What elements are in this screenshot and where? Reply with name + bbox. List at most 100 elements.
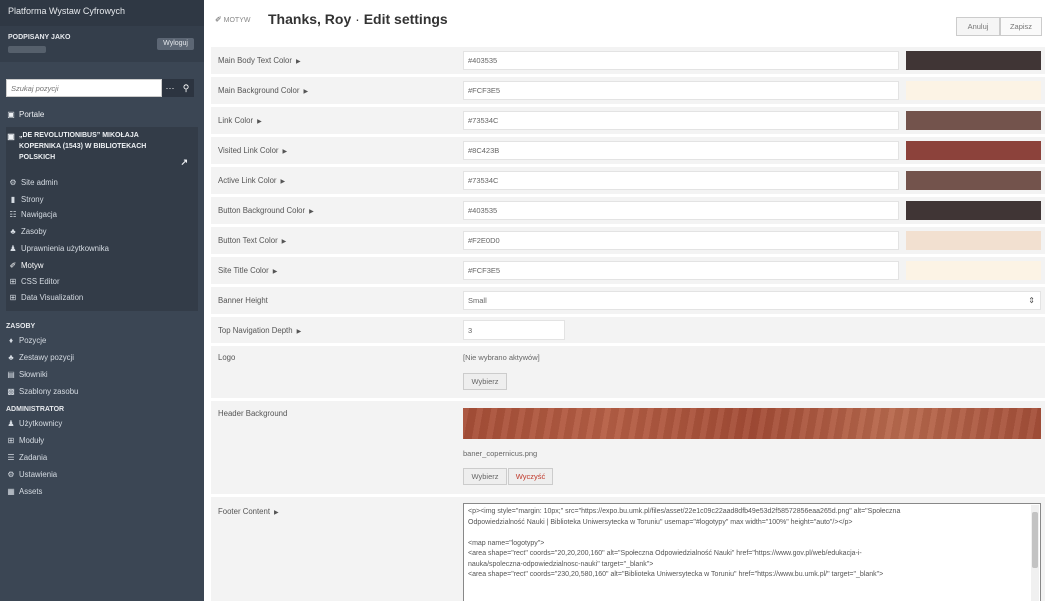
setting-label[interactable]: Top Navigation Depth ▶ (218, 326, 301, 335)
search-button[interactable]: ⚲ (178, 79, 194, 97)
color-swatch[interactable] (906, 231, 1041, 250)
color-swatch[interactable] (906, 171, 1041, 190)
header-background-filename: baner_copernicus.png (463, 449, 538, 458)
color-input[interactable]: #403535 (463, 51, 899, 70)
setting-label[interactable]: Button Background Color ▶ (218, 206, 314, 215)
select-arrows-icon: ⇕ (1028, 296, 1035, 305)
color-swatch[interactable] (906, 141, 1041, 160)
sidebar-item-users[interactable]: ♟ Użytkownicy (6, 419, 210, 428)
setting-label[interactable]: Main Body Text Color ▶ (218, 56, 301, 65)
setting-top-navigation-depth: Top Navigation Depth ▶ 3 (211, 317, 1045, 343)
caret-right-icon: ▶ (272, 269, 278, 275)
sidebar-item-assets[interactable]: ▦ Assets (6, 487, 210, 496)
cubes-icon: ♣ (10, 227, 16, 236)
header-background-preview (463, 408, 1041, 439)
external-link-icon[interactable]: ↗ (180, 157, 188, 168)
sidebar-item-theme[interactable]: ✐ Motyw (8, 261, 212, 270)
setting-label[interactable]: Main Background Color ▶ (218, 86, 308, 95)
setting-label[interactable]: Link Color ▶ (218, 116, 262, 125)
setting-footer-content: Footer Content ▶ <p><img style="margin: 1… (211, 497, 1045, 601)
page-header: ✐ MOTYW Thanks, Roy · Edit settings Anul… (204, 0, 1046, 40)
setting-label[interactable]: Footer Content ▶ (218, 507, 279, 516)
sidebar-item-settings[interactable]: ⚙ Ustawienia (6, 470, 210, 479)
setting-label[interactable]: Button Text Color ▶ (218, 236, 286, 245)
caret-right-icon: ▶ (309, 209, 314, 215)
template-icon: ▩ (7, 387, 15, 396)
user-icon: ♟ (9, 244, 17, 253)
textarea-scroll-thumb[interactable] (1032, 512, 1038, 568)
setting-header-background: Header Background baner_copernicus.png W… (211, 401, 1045, 494)
monitor-icon: ▣ (7, 110, 15, 119)
color-swatch[interactable] (906, 261, 1041, 280)
sidebar-item-modules[interactable]: ⊞ Moduły (6, 436, 210, 445)
sidebar-portals[interactable]: ▣ Portale (6, 110, 196, 119)
color-input[interactable]: #73534C (463, 111, 899, 130)
more-options-button[interactable]: ··· (162, 79, 178, 97)
caret-right-icon: ▶ (281, 239, 287, 245)
navigation-depth-input[interactable]: 3 (463, 320, 565, 340)
caret-right-icon: ▶ (280, 179, 286, 185)
header-background-clear-button[interactable]: Wyczyść (508, 468, 553, 485)
color-input[interactable]: #FCF3E5 (463, 81, 899, 100)
color-swatch[interactable] (906, 81, 1041, 100)
setting-main-background-color: Main Background Color ▶ #FCF3E5 (211, 77, 1045, 104)
setting-label[interactable]: Visited Link Color ▶ (218, 146, 287, 155)
sidebar-item-resources[interactable]: ♣ Zasoby (8, 227, 212, 236)
color-input[interactable]: #403535 (463, 201, 899, 220)
user-icon: ♟ (7, 419, 15, 428)
brush-icon: ✐ (215, 15, 222, 24)
sidebar-item-data-visualization[interactable]: ⊞ Data Visualization (8, 293, 212, 302)
setting-link-color: Link Color ▶ #73534C (211, 107, 1045, 134)
setting-banner-height: Banner Height Small ⇕ (211, 287, 1045, 314)
setting-label: Header Background (218, 409, 288, 418)
plus-square-icon: ⊞ (9, 293, 17, 302)
book-icon: ▤ (7, 370, 15, 379)
theme-badge: ✐ MOTYW (215, 15, 251, 24)
color-input[interactable]: #8C423B (463, 141, 899, 160)
color-swatch[interactable] (906, 51, 1041, 70)
search-input[interactable] (6, 79, 162, 97)
color-swatch[interactable] (906, 201, 1041, 220)
setting-button-text-color: Button Text Color ▶ #F2E0D0 (211, 227, 1045, 254)
setting-label[interactable]: Site Title Color ▶ (218, 266, 277, 275)
sidebar-item-items[interactable]: ♦ Pozycje (6, 336, 210, 345)
sidebar-item-navigation[interactable]: ☷ Nawigacja (8, 210, 212, 219)
cancel-button[interactable]: Anuluj (956, 17, 1000, 36)
sidebar-item-templates[interactable]: ▩ Szablony zasobu (6, 387, 210, 396)
logo-empty-text: [Nie wybrano aktywów] (463, 353, 540, 362)
logo-choose-button[interactable]: Wybierz (463, 373, 507, 390)
resources-heading: ZASOBY (6, 323, 36, 330)
setting-active-link-color: Active Link Color ▶ #73534C (211, 167, 1045, 194)
admin-heading: ADMINISTRATOR (6, 406, 65, 413)
tasks-icon: ☰ (7, 453, 15, 462)
sidebar-item-item-sets[interactable]: ♣ Zestawy pozycji (6, 353, 210, 362)
caret-right-icon: ▶ (257, 119, 262, 125)
color-input[interactable]: #F2E0D0 (463, 231, 899, 250)
setting-label: Logo (218, 353, 236, 362)
setting-label[interactable]: Active Link Color ▶ (218, 176, 285, 185)
user-name[interactable] (8, 46, 46, 53)
color-input[interactable]: #FCF3E5 (463, 261, 899, 280)
app-title[interactable]: Platforma Wystaw Cyfrowych (0, 0, 204, 26)
color-input[interactable]: #73534C (463, 171, 899, 190)
search-box: ··· ⚲ (6, 79, 194, 97)
sidebar-item-permissions[interactable]: ♟ Uprawnienia użytkownika (8, 244, 212, 253)
sidebar-item-css-editor[interactable]: ⊞ CSS Editor (8, 277, 212, 286)
setting-visited-link-color: Visited Link Color ▶ #8C423B (211, 137, 1045, 164)
sidebar: Platforma Wystaw Cyfrowych PODPISANY JAK… (0, 0, 204, 601)
sitemap-icon: ☷ (9, 210, 17, 219)
sidebar-site-title[interactable]: ▣ „DE REVOLUTIONIBUS” MIKOŁAJA KOPERNIKA… (6, 130, 196, 167)
logout-button[interactable]: Wyloguj (157, 38, 194, 50)
sidebar-item-pages[interactable]: ▮ Strony (8, 195, 212, 204)
cogs-icon: ⚙ (9, 178, 17, 187)
color-swatch[interactable] (906, 111, 1041, 130)
sidebar-item-vocabularies[interactable]: ▤ Słowniki (6, 370, 210, 379)
caret-right-icon: ▶ (274, 510, 279, 516)
sidebar-item-jobs[interactable]: ☰ Zadania (6, 453, 210, 462)
sidebar-item-site-admin[interactable]: ⚙ Site admin (8, 178, 212, 187)
banner-height-select[interactable]: Small ⇕ (463, 291, 1041, 310)
footer-content-textarea[interactable]: <p><img style="margin: 10px;" src="https… (463, 503, 1041, 601)
caret-right-icon: ▶ (296, 329, 302, 335)
header-background-choose-button[interactable]: Wybierz (463, 468, 507, 485)
save-button[interactable]: Zapisz (1000, 17, 1042, 36)
